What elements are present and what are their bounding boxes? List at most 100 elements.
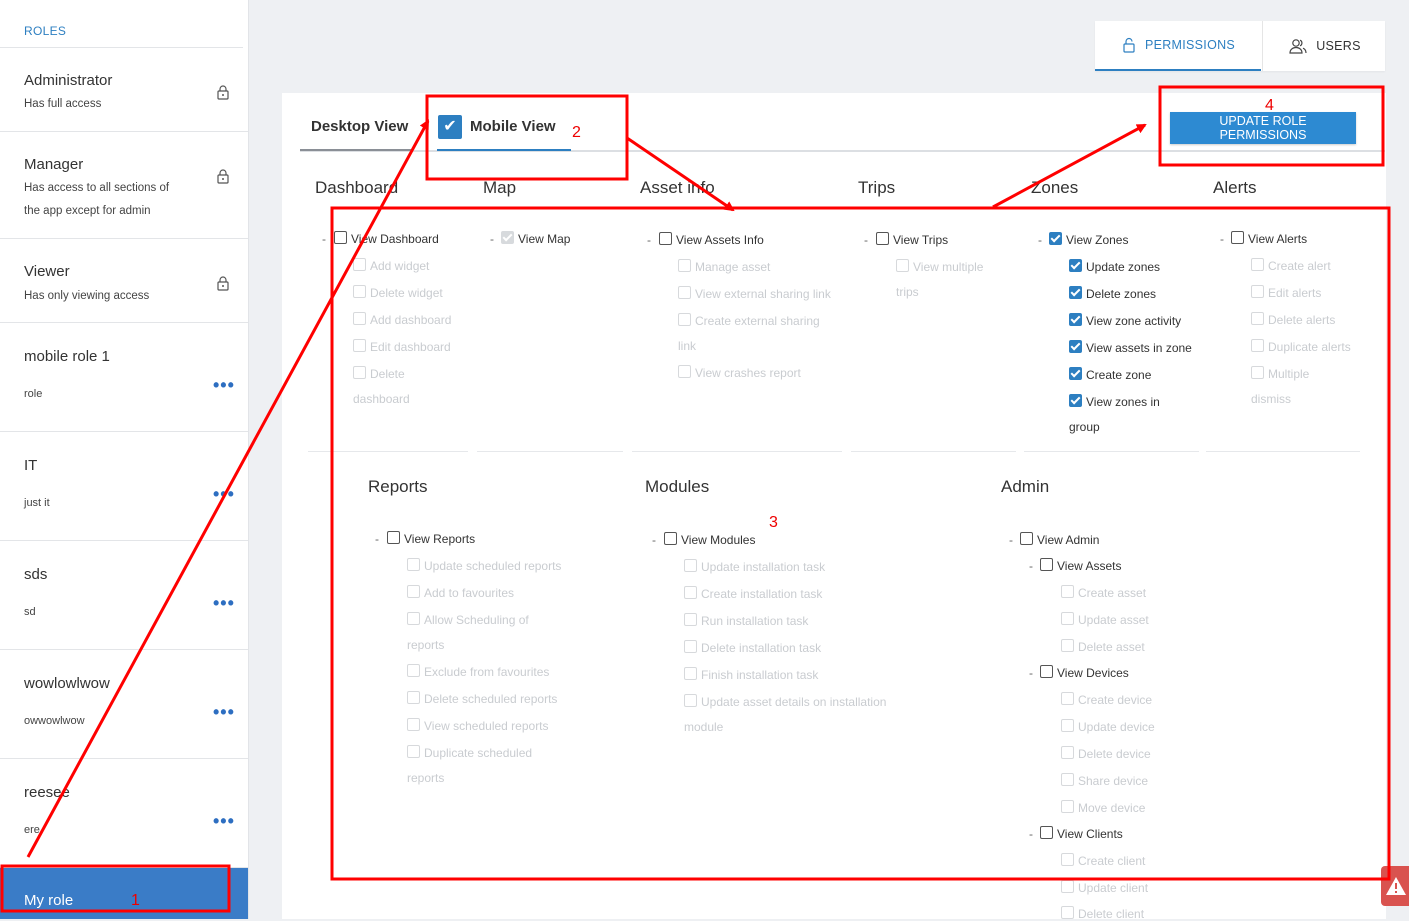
checkbox[interactable] (684, 559, 697, 572)
checkbox[interactable] (1061, 719, 1074, 732)
checkbox[interactable] (1069, 286, 1082, 299)
checkbox[interactable] (664, 532, 677, 545)
checkbox[interactable] (1061, 639, 1074, 652)
checkbox[interactable] (1251, 339, 1264, 352)
tree-dash: - (322, 232, 326, 246)
checkbox[interactable] (684, 694, 697, 707)
role-item-sds[interactable]: sds sd ••• (0, 541, 248, 650)
checkbox[interactable] (1061, 692, 1074, 705)
checkbox[interactable] (1061, 880, 1074, 893)
tab-permissions[interactable]: PERMISSIONS (1095, 21, 1261, 71)
checkbox[interactable] (896, 259, 909, 272)
checkbox[interactable] (1061, 800, 1074, 813)
ellipsis-icon[interactable]: ••• (213, 375, 235, 396)
perm-label: Create alert (1268, 259, 1331, 273)
checkbox[interactable] (407, 558, 420, 571)
warning-tab[interactable] (1381, 866, 1409, 906)
roles-sidebar: ROLES Administrator Has full access Mana… (0, 0, 249, 919)
role-desc: ere (24, 824, 40, 836)
ellipsis-icon[interactable]: ••• (213, 484, 235, 505)
checkbox[interactable] (1251, 366, 1264, 379)
checkbox[interactable] (387, 531, 400, 544)
lock-icon (217, 169, 229, 184)
checkbox[interactable] (678, 259, 691, 272)
ellipsis-icon[interactable]: ••• (213, 811, 235, 832)
role-item-my-role[interactable]: My role (0, 868, 248, 919)
checkbox[interactable] (1069, 340, 1082, 353)
checkbox[interactable] (1061, 612, 1074, 625)
perm-label: Edit alerts (1268, 286, 1322, 300)
checkbox[interactable] (334, 231, 347, 244)
update-role-permissions-button[interactable]: UPDATE ROLE PERMISSIONS (1170, 112, 1356, 144)
perm-label: Create device (1078, 693, 1153, 707)
checkbox[interactable] (1231, 231, 1244, 244)
role-item-administrator[interactable]: Administrator Has full access (0, 48, 248, 132)
tab-mobile-view[interactable]: Mobile View (470, 118, 556, 135)
checkbox[interactable] (684, 613, 697, 626)
perm-label-wrap: reports (407, 771, 445, 785)
checkbox[interactable] (1049, 232, 1062, 245)
checkbox[interactable] (684, 667, 697, 680)
checkbox[interactable] (1061, 853, 1074, 866)
role-item-it[interactable]: IT just it ••• (0, 432, 248, 541)
perm-label: Delete widget (370, 286, 443, 300)
checkbox[interactable] (407, 718, 420, 731)
checkbox[interactable] (876, 232, 889, 245)
checkbox[interactable] (1251, 312, 1264, 325)
checkbox[interactable] (678, 365, 691, 378)
checkbox[interactable] (678, 286, 691, 299)
role-item-wowlowlwow[interactable]: wowlowlwow owwowlwow ••• (0, 650, 248, 759)
checkbox[interactable] (407, 664, 420, 677)
checkbox[interactable] (1040, 826, 1053, 839)
checkbox[interactable] (1040, 558, 1053, 571)
checkbox[interactable] (1251, 285, 1264, 298)
divider (477, 451, 623, 452)
checkbox[interactable] (1061, 746, 1074, 759)
tab-desktop-view[interactable]: Desktop View (311, 118, 408, 135)
checkbox[interactable] (1061, 773, 1074, 786)
checkbox[interactable] (407, 585, 420, 598)
checkbox[interactable] (353, 339, 366, 352)
perm-label-wrap: reports (407, 638, 445, 652)
section-title-admin: Admin (1001, 477, 1050, 496)
checkbox[interactable] (1061, 585, 1074, 598)
checkbox[interactable] (1020, 532, 1033, 545)
role-desc: Has full access (24, 98, 102, 110)
ellipsis-icon[interactable]: ••• (213, 593, 235, 614)
role-item-reesee[interactable]: reesee ere ••• (0, 759, 248, 868)
perm-label: View Map (518, 232, 571, 246)
checkbox[interactable] (1069, 259, 1082, 272)
checkbox[interactable] (1069, 394, 1082, 407)
checkbox[interactable] (659, 232, 672, 245)
checkbox[interactable] (1061, 906, 1074, 919)
perm-label: Delete device (1078, 747, 1151, 761)
checkbox[interactable] (678, 313, 691, 326)
perm-label: Manage asset (695, 260, 771, 274)
role-item-manager[interactable]: Manager Has access to all sections of th… (0, 132, 248, 239)
ellipsis-icon[interactable]: ••• (213, 702, 235, 723)
annotation-label-1: 1 (131, 892, 140, 909)
checkbox[interactable] (684, 586, 697, 599)
checkbox[interactable] (501, 231, 514, 244)
checkbox[interactable] (1251, 258, 1264, 271)
checkbox[interactable] (407, 612, 420, 625)
checkbox[interactable] (353, 285, 366, 298)
role-item-mobile-role-1[interactable]: mobile role 1 role ••• (0, 323, 248, 432)
checkbox[interactable] (1069, 367, 1082, 380)
perm-label: Update asset details on installation (701, 695, 887, 709)
checkbox[interactable] (407, 691, 420, 704)
checkbox[interactable] (353, 258, 366, 271)
checkbox[interactable] (353, 312, 366, 325)
checkbox[interactable] (1069, 313, 1082, 326)
role-item-viewer[interactable]: Viewer Has only viewing access (0, 239, 248, 323)
checkbox[interactable] (407, 745, 420, 758)
role-desc: role (24, 388, 43, 400)
mobile-view-checkbox[interactable]: ✔ (438, 115, 462, 139)
tree-dash: - (1220, 232, 1224, 246)
checkbox[interactable] (1040, 665, 1053, 678)
checkbox[interactable] (353, 366, 366, 379)
checkbox[interactable] (684, 640, 697, 653)
perm-label: View crashes report (695, 366, 801, 380)
tab-users[interactable]: USERS (1262, 21, 1386, 71)
perm-label: Update client (1078, 881, 1149, 895)
